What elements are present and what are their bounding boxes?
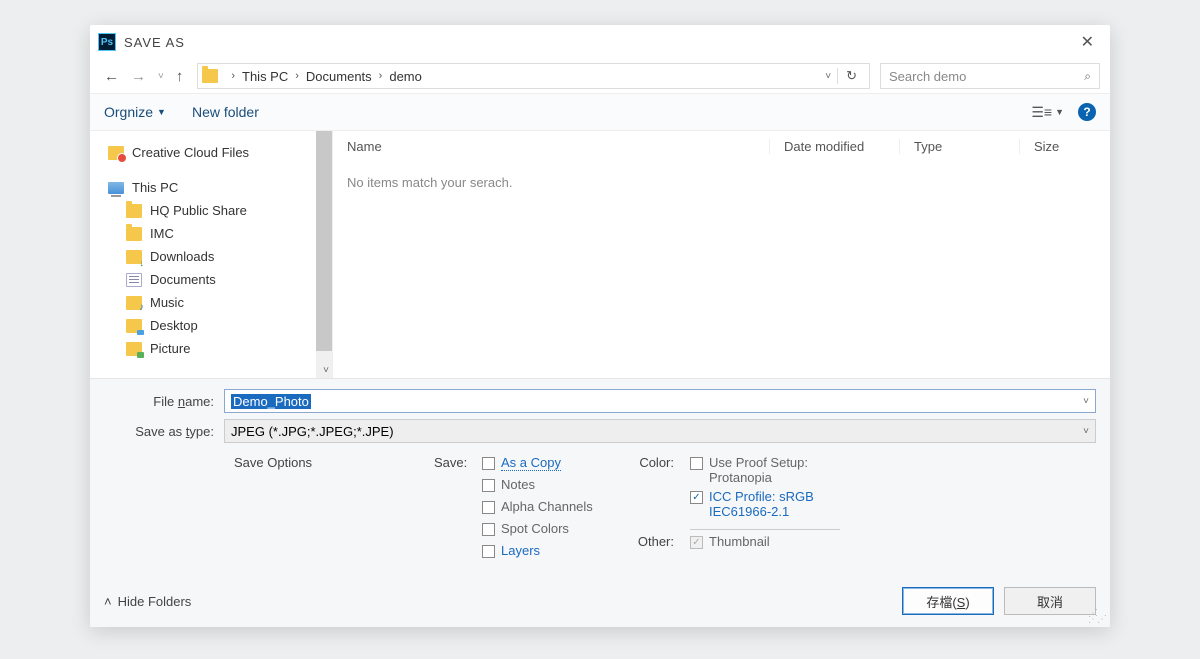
folder-icon xyxy=(126,227,142,241)
downloads-icon xyxy=(126,250,142,264)
breadcrumb-documents[interactable]: Documents xyxy=(306,69,372,84)
proof-label: Use Proof Setup: Protanopia xyxy=(709,455,849,485)
folder-icon xyxy=(202,69,218,83)
tree-imc[interactable]: IMC xyxy=(96,222,326,245)
footer: ˄ Hide Folders 存檔(S) 取消 xyxy=(90,577,1110,627)
search-icon: ⌕ xyxy=(1084,69,1091,84)
layers-checkbox[interactable] xyxy=(482,545,495,558)
save-options: Save Options Save: As a Copy Notes Alpha… xyxy=(104,449,1096,569)
folder-tree: Creative Cloud Files This PC HQ Public S… xyxy=(90,131,332,378)
nav-row: ← → ˅ ↑ › This PC › Documents › demo ˅ ↻… xyxy=(90,59,1110,93)
breadcrumb-sep: › xyxy=(224,70,242,82)
breadcrumb-sep: › xyxy=(372,70,390,82)
save-button[interactable]: 存檔(S) xyxy=(902,587,994,615)
toolbar: Orgnize ▼ New folder ☰≡ ▼ ? xyxy=(90,93,1110,131)
spot-checkbox[interactable] xyxy=(482,523,495,536)
address-bar[interactable]: › This PC › Documents › demo ˅ ↻ xyxy=(197,63,870,89)
filetype-select[interactable]: JPEG (*.JPG;*.JPEG;*.JPE) ˅ xyxy=(224,419,1096,443)
color-group-label: Color: xyxy=(634,455,684,470)
nav-recent-icon[interactable]: ˅ xyxy=(154,69,168,84)
scrollbar-thumb[interactable] xyxy=(316,131,332,351)
breadcrumb-root[interactable]: This PC xyxy=(242,69,288,84)
icc-checkbox[interactable] xyxy=(690,491,703,504)
dialog-title: SAVE AS xyxy=(124,35,185,50)
organize-label: Orgnize xyxy=(104,104,153,120)
form-area: File name: Demo_Photo ˅ Save as type: JP… xyxy=(90,378,1110,577)
chevron-down-icon[interactable]: ˅ xyxy=(1083,426,1089,437)
tree-desktop[interactable]: Desktop xyxy=(96,314,326,337)
file-list: Name Date modified Type Size No items ma… xyxy=(332,131,1110,378)
icc-label[interactable]: ICC Profile: sRGB IEC61966-2.1 xyxy=(709,489,849,519)
notes-label: Notes xyxy=(501,477,535,492)
cancel-button[interactable]: 取消 xyxy=(1004,587,1096,615)
breadcrumb-sep: › xyxy=(288,70,306,82)
col-type[interactable]: Type xyxy=(900,139,1020,154)
address-dropdown-icon[interactable]: ˅ xyxy=(819,71,837,82)
filename-value: Demo_Photo xyxy=(231,394,311,409)
thumbnail-checkbox[interactable] xyxy=(690,536,703,549)
filetype-label: Save as type: xyxy=(104,424,224,439)
body: Creative Cloud Files This PC HQ Public S… xyxy=(90,131,1110,378)
resize-grip-icon[interactable]: ⋰⋰⋰ xyxy=(1088,611,1106,623)
close-icon[interactable]: ✕ xyxy=(1073,28,1102,56)
spot-label: Spot Colors xyxy=(501,521,569,536)
hide-folders-label: Hide Folders xyxy=(118,594,192,609)
music-icon xyxy=(126,296,142,310)
nav-back-icon[interactable]: ← xyxy=(100,66,123,87)
tree-music[interactable]: Music xyxy=(96,291,326,314)
col-date[interactable]: Date modified xyxy=(770,139,900,154)
tree-downloads[interactable]: Downloads xyxy=(96,245,326,268)
help-icon[interactable]: ? xyxy=(1078,103,1096,121)
desktop-icon xyxy=(126,319,142,333)
save-options-header: Save Options xyxy=(234,455,434,470)
empty-message: No items match your serach. xyxy=(333,161,1110,204)
tree-hq-public-share[interactable]: HQ Public Share xyxy=(96,199,326,222)
chevron-down-icon: ▼ xyxy=(1055,107,1064,117)
documents-icon xyxy=(126,273,142,287)
nav-forward-icon[interactable]: → xyxy=(127,66,150,87)
tree-this-pc[interactable]: This PC xyxy=(96,176,326,199)
tree-documents[interactable]: Documents xyxy=(96,268,326,291)
view-mode-button[interactable]: ☰≡ ▼ xyxy=(1031,104,1064,121)
refresh-icon[interactable]: ↻ xyxy=(837,68,865,84)
alpha-label: Alpha Channels xyxy=(501,499,593,514)
col-name[interactable]: Name xyxy=(333,139,770,154)
cloud-folder-icon xyxy=(108,146,124,160)
filetype-value: JPEG (*.JPG;*.JPEG;*.JPE) xyxy=(231,424,394,439)
new-folder-button[interactable]: New folder xyxy=(192,104,259,120)
tree-picture[interactable]: Picture xyxy=(96,337,326,360)
col-size[interactable]: Size xyxy=(1020,139,1110,154)
proof-checkbox[interactable] xyxy=(690,457,703,470)
column-headers: Name Date modified Type Size xyxy=(333,131,1110,161)
photoshop-icon: Ps xyxy=(98,33,116,51)
filename-input[interactable]: Demo_Photo ˅ xyxy=(224,389,1096,413)
search-placeholder: Search demo xyxy=(889,69,1084,84)
filename-label: File name: xyxy=(104,394,224,409)
divider xyxy=(690,529,840,530)
picture-icon xyxy=(126,342,142,356)
scroll-down-icon[interactable]: ˅ xyxy=(323,365,329,376)
pc-icon xyxy=(108,182,124,194)
search-input[interactable]: Search demo ⌕ xyxy=(880,63,1100,89)
as-copy-checkbox[interactable] xyxy=(482,457,495,470)
nav-up-icon[interactable]: ↑ xyxy=(172,66,188,87)
as-copy-label[interactable]: As a Copy xyxy=(501,455,561,471)
hide-folders-button[interactable]: ˄ Hide Folders xyxy=(104,594,191,609)
save-group-label: Save: xyxy=(434,455,476,470)
tree-creative-cloud[interactable]: Creative Cloud Files xyxy=(96,141,326,164)
chevron-up-icon: ˄ xyxy=(104,594,112,609)
list-view-icon: ☰≡ xyxy=(1031,104,1052,121)
titlebar: Ps SAVE AS ✕ xyxy=(90,25,1110,59)
save-as-dialog: Ps SAVE AS ✕ ← → ˅ ↑ › This PC › Documen… xyxy=(90,25,1110,627)
layers-label: Layers xyxy=(501,543,540,558)
notes-checkbox[interactable] xyxy=(482,479,495,492)
chevron-down-icon[interactable]: ˅ xyxy=(1083,396,1089,407)
breadcrumb-demo[interactable]: demo xyxy=(389,69,422,84)
other-group-label: Other: xyxy=(634,534,684,549)
alpha-checkbox[interactable] xyxy=(482,501,495,514)
thumbnail-label: Thumbnail xyxy=(709,534,770,549)
organize-button[interactable]: Orgnize ▼ xyxy=(104,104,166,120)
chevron-down-icon: ▼ xyxy=(157,107,166,117)
folder-icon xyxy=(126,204,142,218)
